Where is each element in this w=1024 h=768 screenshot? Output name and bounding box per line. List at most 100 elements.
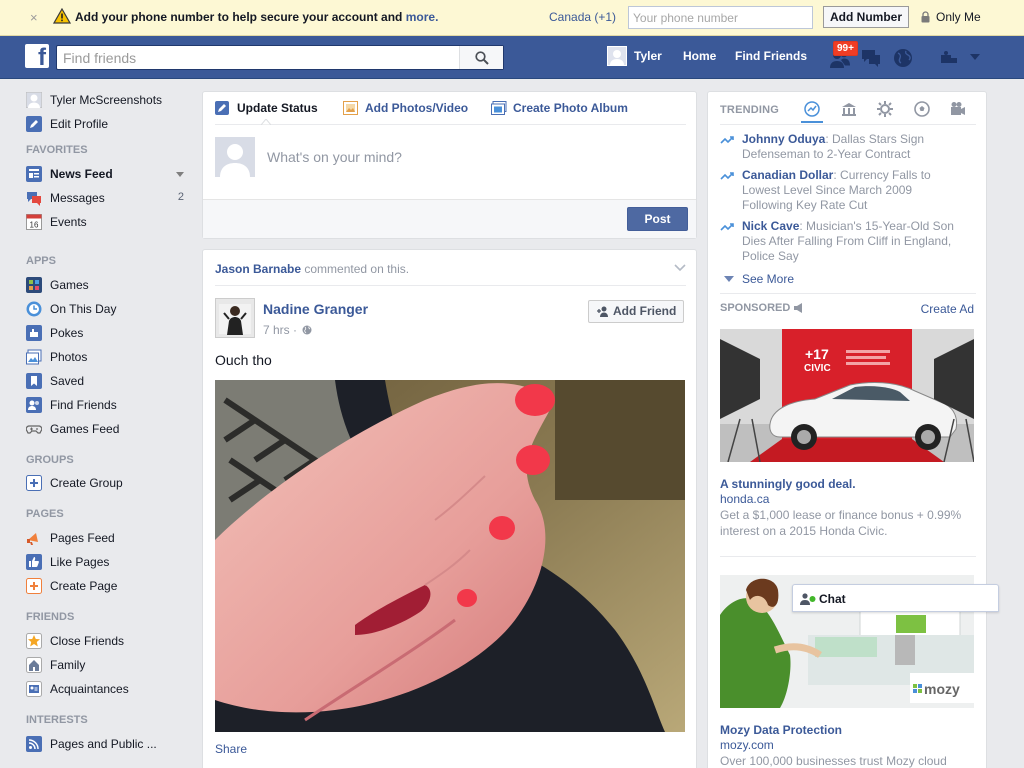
add-friend-button[interactable]: Add Friend: [588, 300, 684, 323]
sidebar-item-label: Family: [50, 658, 86, 672]
trend-topic[interactable]: Johnny Oduya: [742, 132, 825, 146]
trend-arrow-icon: [720, 172, 734, 180]
tab-label: Add Photos/Video: [365, 101, 469, 115]
story-photo[interactable]: [215, 380, 685, 732]
tab-update-status[interactable]: Update Status: [215, 101, 318, 115]
sidebar-item-create-group[interactable]: Create Group: [26, 473, 196, 493]
story-timestamp[interactable]: 7 hrs ·: [263, 323, 312, 337]
sidebar-item-pokes[interactable]: Pokes: [26, 323, 196, 343]
trending-top-icon[interactable]: [803, 100, 821, 118]
trend-topic[interactable]: Canadian Dollar: [742, 168, 833, 182]
facebook-logo[interactable]: f: [25, 44, 49, 70]
country-code-selector[interactable]: Canada (+1): [549, 10, 616, 24]
favorites-heading: FAVORITES: [26, 144, 88, 156]
banner-message: Add your phone number to help secure you…: [75, 10, 438, 24]
pencil-icon: [26, 116, 42, 132]
account-menu-chevron-icon[interactable]: [969, 52, 981, 62]
story-options-chevron-icon[interactable]: [674, 262, 686, 272]
add-friend-label: Add Friend: [613, 304, 677, 318]
bookmark-icon: [26, 373, 42, 389]
sidebar-item-pages-feed[interactable]: Pages Feed: [26, 528, 196, 548]
sponsored-divider: [720, 293, 976, 294]
messages-icon[interactable]: [860, 47, 882, 69]
messages-count: 2: [177, 191, 184, 203]
see-more-link[interactable]: See More: [724, 272, 794, 286]
see-more-label: See More: [742, 272, 795, 286]
sidebar-item-like-pages[interactable]: Like Pages: [26, 552, 196, 572]
games-icon: [26, 277, 42, 293]
honda-ad-image[interactable]: +17 CIVIC: [720, 329, 974, 462]
sidebar-item-edit-profile[interactable]: Edit Profile: [26, 114, 196, 134]
sidebar-item-games-feed[interactable]: Games Feed: [26, 419, 196, 439]
author-name-link[interactable]: Nadine Granger: [263, 301, 368, 317]
privacy-selector[interactable]: Only Me: [936, 10, 981, 24]
ad-title-link[interactable]: A stunningly good deal.: [720, 477, 856, 491]
sidebar-item-label: News Feed: [50, 167, 113, 181]
phone-number-input[interactable]: [628, 6, 813, 29]
sidebar-item-find-friends[interactable]: Find Friends: [26, 395, 196, 415]
chevron-down-icon[interactable]: [176, 172, 184, 177]
sidebar-item-saved[interactable]: Saved: [26, 371, 196, 391]
groups-heading: GROUPS: [26, 454, 74, 466]
tab-create-photo-album[interactable]: Create Photo Album: [491, 101, 628, 115]
share-link[interactable]: Share: [215, 742, 247, 756]
banner-close-button[interactable]: ×: [30, 10, 38, 25]
ad-domain[interactable]: honda.ca: [720, 492, 769, 506]
search-input[interactable]: [57, 46, 463, 69]
sidebar-item-label: Pages and Public ...: [50, 737, 157, 751]
nav-user-name: Tyler: [634, 49, 662, 63]
sidebar-item-on-this-day[interactable]: On This Day: [26, 299, 196, 319]
chevron-down-icon: [724, 276, 734, 282]
sidebar-item-close-friends[interactable]: Close Friends: [26, 631, 196, 651]
sidebar-item-label: Saved: [50, 374, 85, 388]
nav-home-link[interactable]: Home: [683, 49, 716, 63]
tab-label: Update Status: [237, 101, 318, 115]
story-context: Jason Barnabe commented on this.: [215, 262, 409, 276]
search-button[interactable]: [459, 46, 503, 69]
sports-icon[interactable]: [913, 100, 931, 118]
add-number-button[interactable]: Add Number: [823, 6, 909, 28]
status-input[interactable]: What's on your mind?: [267, 149, 402, 165]
clock-icon: [26, 301, 42, 317]
ad-domain[interactable]: mozy.com: [720, 738, 774, 752]
warning-icon: [53, 8, 71, 24]
sidebar-item-events[interactable]: 16 Events: [26, 212, 196, 232]
create-ad-link[interactable]: Create Ad: [921, 302, 974, 316]
story-actor-link[interactable]: Jason Barnabe: [215, 262, 301, 276]
privacy-shortcuts-icon[interactable]: [939, 49, 961, 71]
sidebar-item-news-feed[interactable]: News Feed: [26, 164, 196, 184]
entertainment-icon[interactable]: [949, 100, 967, 118]
banner-more-link[interactable]: more.: [406, 10, 439, 24]
sidebar-item-games[interactable]: Games: [26, 275, 196, 295]
author-avatar[interactable]: [215, 298, 255, 338]
ad-title-link[interactable]: Mozy Data Protection: [720, 723, 842, 737]
notification-badge: 99+: [833, 41, 858, 56]
composer-avatar: [215, 137, 255, 177]
rss-list-icon: [26, 736, 42, 752]
ad-body: Over 100,000 businesses trust Mozy cloud: [720, 754, 947, 768]
banner-message-text: Add your phone number to help secure you…: [75, 10, 403, 24]
politics-icon[interactable]: [840, 100, 858, 118]
toe-photo-image: [215, 380, 685, 732]
post-button[interactable]: Post: [627, 207, 688, 231]
trending-active-underline: [801, 121, 823, 123]
calendar-day-number: 16: [30, 221, 39, 230]
sidebar-item-profile[interactable]: Tyler McScreenshots: [26, 90, 196, 110]
notifications-globe-icon[interactable]: [892, 47, 914, 69]
sidebar-item-pages-and-public[interactable]: Pages and Public ...: [26, 734, 196, 754]
sidebar-item-label: Create Group: [50, 476, 123, 490]
civic-banner-brand: CIVIC: [804, 363, 831, 374]
sidebar-item-acquaintances[interactable]: Acquaintances: [26, 679, 196, 699]
sidebar-item-family[interactable]: Family: [26, 655, 196, 675]
sidebar-item-photos[interactable]: Photos: [26, 347, 196, 367]
science-tech-icon[interactable]: [876, 100, 894, 118]
sidebar-item-messages[interactable]: Messages 2: [26, 188, 196, 208]
trend-topic[interactable]: Nick Cave: [742, 219, 799, 233]
sidebar-item-create-page[interactable]: Create Page: [26, 576, 196, 596]
tab-label: Create Photo Album: [513, 101, 628, 115]
chat-tab[interactable]: Chat: [792, 584, 999, 612]
trending-heading: TRENDING: [720, 104, 780, 116]
tab-add-photos-video[interactable]: Add Photos/Video: [343, 101, 468, 115]
ad-body: Get a $1,000 lease or finance bonus + 0.…: [720, 508, 962, 538]
nav-find-friends-link[interactable]: Find Friends: [735, 49, 807, 63]
